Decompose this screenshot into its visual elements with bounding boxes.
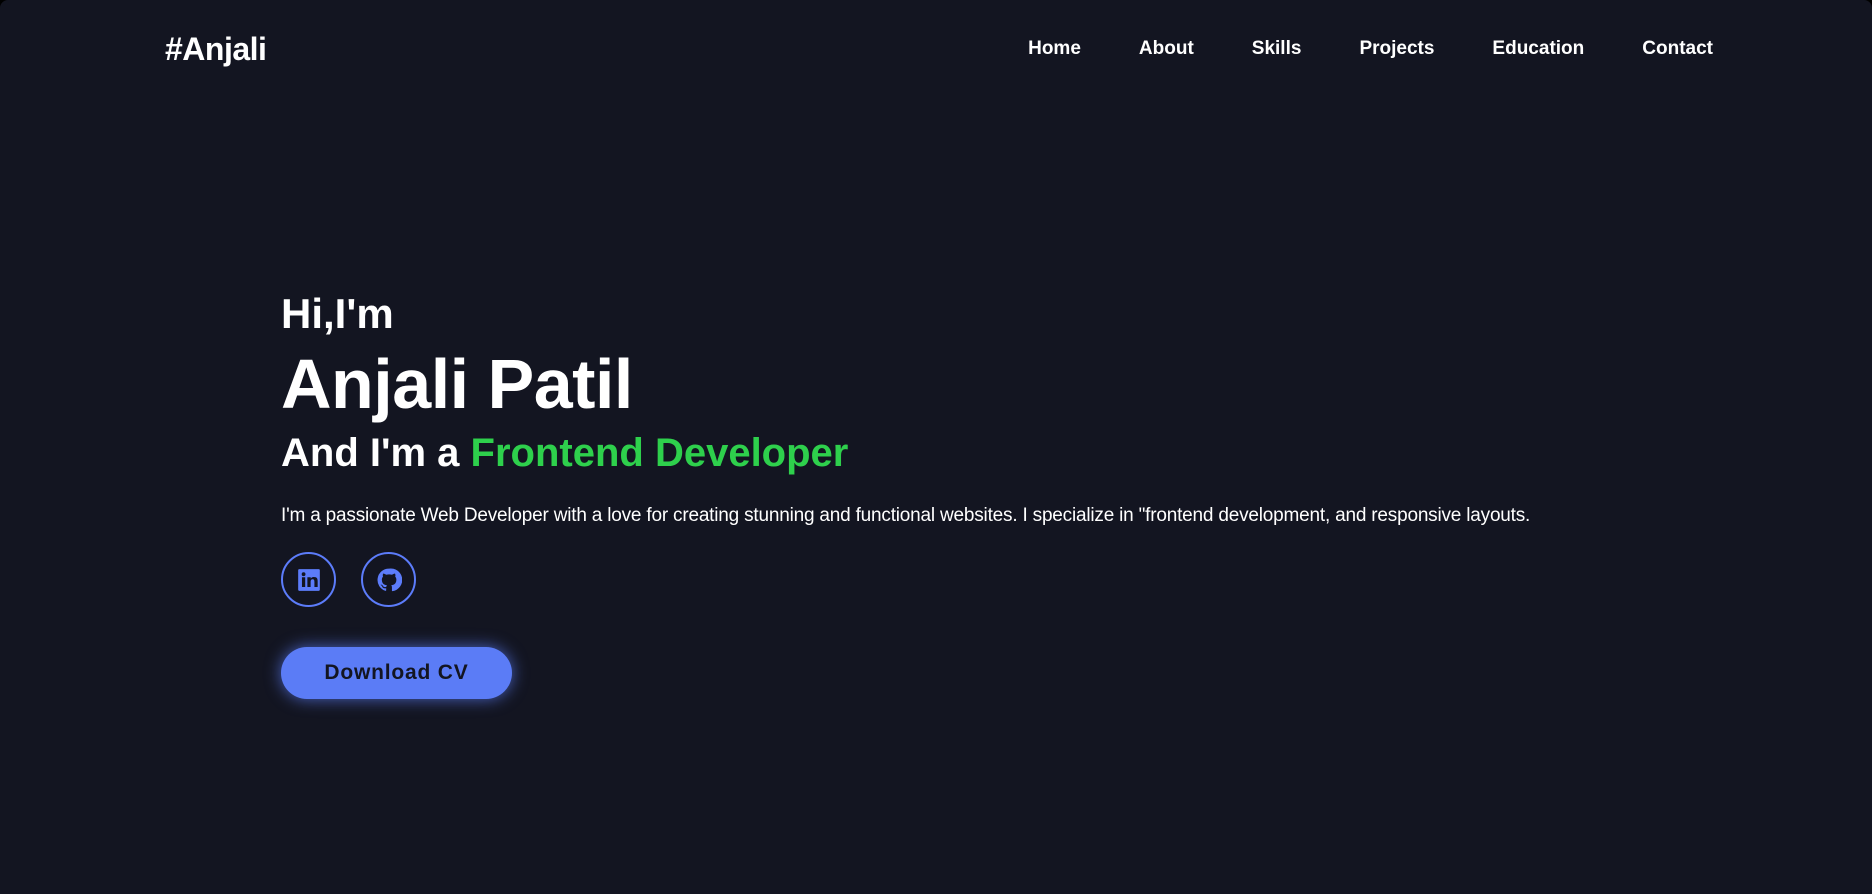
social-links	[281, 552, 1731, 607]
nav-link-contact[interactable]: Contact	[1642, 36, 1713, 62]
hero-name: Anjali Patil	[281, 345, 633, 423]
nav-link-skills[interactable]: Skills	[1252, 36, 1302, 62]
nav-link-education[interactable]: Education	[1492, 36, 1584, 62]
hero-role: And I'm a Frontend Developer	[281, 426, 1731, 480]
download-cv-button[interactable]: Download CV	[281, 647, 512, 699]
github-icon	[377, 568, 402, 591]
nav-link-home[interactable]: Home	[1028, 36, 1081, 62]
github-button[interactable]	[361, 552, 416, 607]
linkedin-button[interactable]	[281, 552, 336, 607]
nav-link-about[interactable]: About	[1139, 36, 1194, 62]
hero-bio: I'm a passionate Web Developer with a lo…	[281, 505, 1531, 526]
navbar: #Anjali Home About Skills Projects Educa…	[0, 0, 1872, 98]
linkedin-icon	[297, 568, 320, 591]
hero-section: Hi,I'm Anjali Patil And I'm a Frontend D…	[281, 286, 1731, 699]
site-logo[interactable]: #Anjali	[165, 29, 267, 69]
hero-greeting: Hi,I'm	[281, 290, 394, 337]
nav-link-projects[interactable]: Projects	[1359, 36, 1434, 62]
hero-role-highlight: Frontend Developer	[470, 431, 849, 475]
nav-menu: Home About Skills Projects Education Con…	[970, 36, 1713, 62]
hero-role-prefix: And I'm a	[281, 431, 471, 475]
page: #Anjali Home About Skills Projects Educa…	[0, 0, 1872, 894]
